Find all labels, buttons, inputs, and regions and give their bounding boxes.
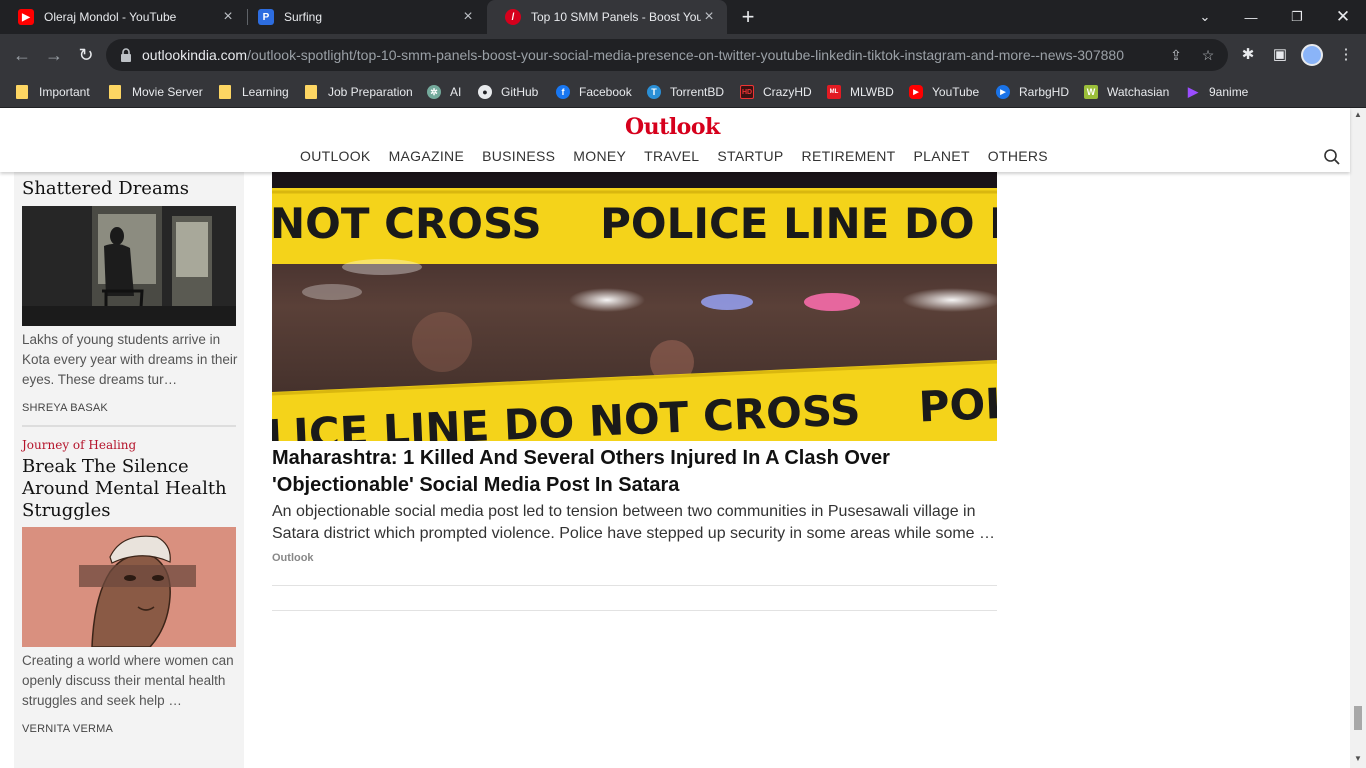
reload-button[interactable]: ↻ (74, 43, 98, 67)
nav-startup[interactable]: STARTUP (717, 148, 783, 164)
sidebar-card-desc: Creating a world where women can openly … (22, 653, 234, 708)
scroll-down-arrow-icon[interactable]: ▼ (1350, 752, 1366, 766)
nav-retirement[interactable]: RETIREMENT (802, 148, 896, 164)
bookmark-9anime[interactable]: ▶ 9anime (1186, 82, 1248, 102)
article-summary: An objectionable social media post led t… (272, 503, 996, 542)
menu-icon[interactable]: ⋮ (1336, 45, 1356, 65)
sidebar-card-image[interactable] (22, 527, 236, 647)
watchasian-icon: W (1084, 85, 1098, 99)
surfing-icon: P (258, 9, 274, 25)
bookmark-movie-server[interactable]: Movie Server (109, 82, 203, 102)
tab-search-chevron-icon[interactable]: ⌄ (1182, 0, 1228, 34)
sidebar-card-author[interactable]: VERNITA VERMA (22, 723, 113, 735)
nav-others[interactable]: OTHERS (988, 148, 1048, 164)
woman-illustration-image (22, 527, 236, 647)
folder-icon (109, 85, 121, 99)
close-icon[interactable]: × (460, 8, 476, 26)
tab-strip: ▶ Oleraj Mondol - YouTube × P Surfing × … (0, 0, 1366, 34)
article-divider (272, 585, 997, 586)
back-button[interactable]: ← (10, 43, 34, 67)
bookmark-job-preparation[interactable]: Job Preparation (305, 82, 413, 102)
nav-travel[interactable]: TRAVEL (644, 148, 699, 164)
student-window-image (22, 206, 236, 326)
bookmark-torrentbd[interactable]: T TorrentBD (647, 82, 724, 102)
sidebar-card-author[interactable]: SHREYA BASAK (22, 402, 108, 414)
crazyhd-icon: HD (740, 85, 754, 99)
bookmark-crazyhd[interactable]: HD CrazyHD (740, 82, 812, 102)
torrentbd-icon: T (647, 85, 661, 99)
site-header: Outlook OUTLOOK MAGAZINE BUSINESS MONEY … (0, 108, 1350, 172)
bookmarks-bar: Important Movie Server Learning Job Prep… (0, 76, 1366, 108)
bookmark-facebook[interactable]: f Facebook (556, 82, 632, 102)
tab-title: Surfing (284, 10, 323, 24)
nav-business[interactable]: BUSINESS (482, 148, 555, 164)
facebook-icon: f (556, 85, 570, 99)
share-icon[interactable]: ⇪ (1168, 47, 1184, 63)
close-window-button[interactable]: ✕ (1320, 0, 1366, 34)
main-nav: OUTLOOK MAGAZINE BUSINESS MONEY TRAVEL S… (300, 148, 1066, 164)
close-icon[interactable]: × (220, 8, 236, 26)
police-tape-image: NOT CROSS POLICE LINE DO N LICE LINE DO … (272, 172, 997, 441)
scrollbar-thumb[interactable] (1354, 706, 1362, 730)
sidebar-card-title[interactable]: Break The Silence Around Mental Health S… (22, 456, 236, 522)
chatgpt-icon: ✲ (427, 85, 441, 99)
rarbghd-icon: ▶ (996, 85, 1010, 99)
address-bar[interactable]: outlookindia.com/outlook-spotlight/top-1… (106, 39, 1228, 71)
youtube-icon: ▶ (909, 85, 923, 99)
browser-toolbar: ← → ↻ outlookindia.com/outlook-spotlight… (0, 34, 1366, 76)
bookmark-watchasian[interactable]: W Watchasian (1084, 82, 1169, 102)
article-image[interactable]: NOT CROSS POLICE LINE DO N LICE LINE DO … (272, 172, 997, 441)
search-icon[interactable] (1323, 148, 1341, 166)
lock-icon (121, 48, 131, 62)
folder-icon (16, 85, 28, 99)
bookmark-mlwbd[interactable]: ML MLWBD (827, 82, 894, 102)
sidebar: Shattered Dreams Lakhs of young students… (14, 172, 244, 768)
bookmark-rarbghd[interactable]: ▶ RarbgHD (996, 82, 1069, 102)
minimize-button[interactable]: — (1228, 0, 1274, 34)
bookmark-ai[interactable]: ✲ AI (427, 82, 461, 102)
sidebar-card-category[interactable]: Journey of Healing (22, 438, 136, 452)
tab-title: Top 10 SMM Panels - Boost Your (531, 10, 701, 24)
outlook-icon: / (505, 9, 521, 25)
nav-planet[interactable]: PLANET (914, 148, 970, 164)
github-icon: ● (478, 85, 492, 99)
forward-button[interactable]: → (42, 43, 66, 67)
sidebar-card-image[interactable] (22, 206, 236, 326)
tab-active-outlook[interactable]: / Top 10 SMM Panels - Boost Your × (487, 0, 727, 34)
site-logo[interactable]: Outlook (625, 114, 720, 140)
youtube-icon: ▶ (18, 9, 34, 25)
tab-surfing[interactable]: P Surfing × (240, 0, 486, 34)
new-tab-button[interactable]: + (738, 4, 758, 30)
tab-youtube[interactable]: ▶ Oleraj Mondol - YouTube × (0, 0, 246, 34)
tape-text-top: NOT CROSS POLICE LINE DO N (272, 199, 997, 248)
scroll-up-arrow-icon[interactable]: ▲ (1350, 108, 1366, 122)
url-text: outlookindia.com/outlook-spotlight/top-1… (142, 47, 1124, 63)
article-source: Outlook (272, 552, 314, 564)
folder-icon (219, 85, 231, 99)
nav-outlook[interactable]: OUTLOOK (300, 148, 371, 164)
bookmark-star-icon[interactable]: ☆ (1200, 47, 1216, 63)
sidebar-divider (22, 425, 236, 427)
page-scrollbar[interactable]: ▲ ▼ (1350, 108, 1366, 768)
article-headline[interactable]: Maharashtra: 1 Killed And Several Others… (272, 445, 997, 499)
article-divider (272, 610, 997, 611)
side-panel-icon[interactable]: ▣ (1270, 45, 1290, 65)
bookmark-important[interactable]: Important (16, 82, 90, 102)
extensions-icon[interactable]: ✱ (1238, 45, 1258, 65)
restore-button[interactable]: ❐ (1274, 0, 1320, 34)
sidebar-card-title[interactable]: Shattered Dreams (22, 178, 236, 200)
folder-icon (305, 85, 317, 99)
nav-money[interactable]: MONEY (573, 148, 626, 164)
web-page: Outlook OUTLOOK MAGAZINE BUSINESS MONEY … (0, 108, 1366, 768)
nav-magazine[interactable]: MAGAZINE (389, 148, 465, 164)
mlwbd-icon: ML (827, 85, 841, 99)
bookmark-learning[interactable]: Learning (219, 82, 289, 102)
bookmark-youtube[interactable]: ▶ YouTube (909, 82, 979, 102)
tab-title: Oleraj Mondol - YouTube (44, 10, 177, 24)
sidebar-card-desc: Lakhs of young students arrive in Kota e… (22, 332, 238, 387)
9anime-icon: ▶ (1188, 84, 1198, 99)
close-icon[interactable]: × (701, 8, 717, 26)
profile-avatar[interactable] (1301, 44, 1323, 66)
bookmark-github[interactable]: ● GitHub (478, 82, 538, 102)
